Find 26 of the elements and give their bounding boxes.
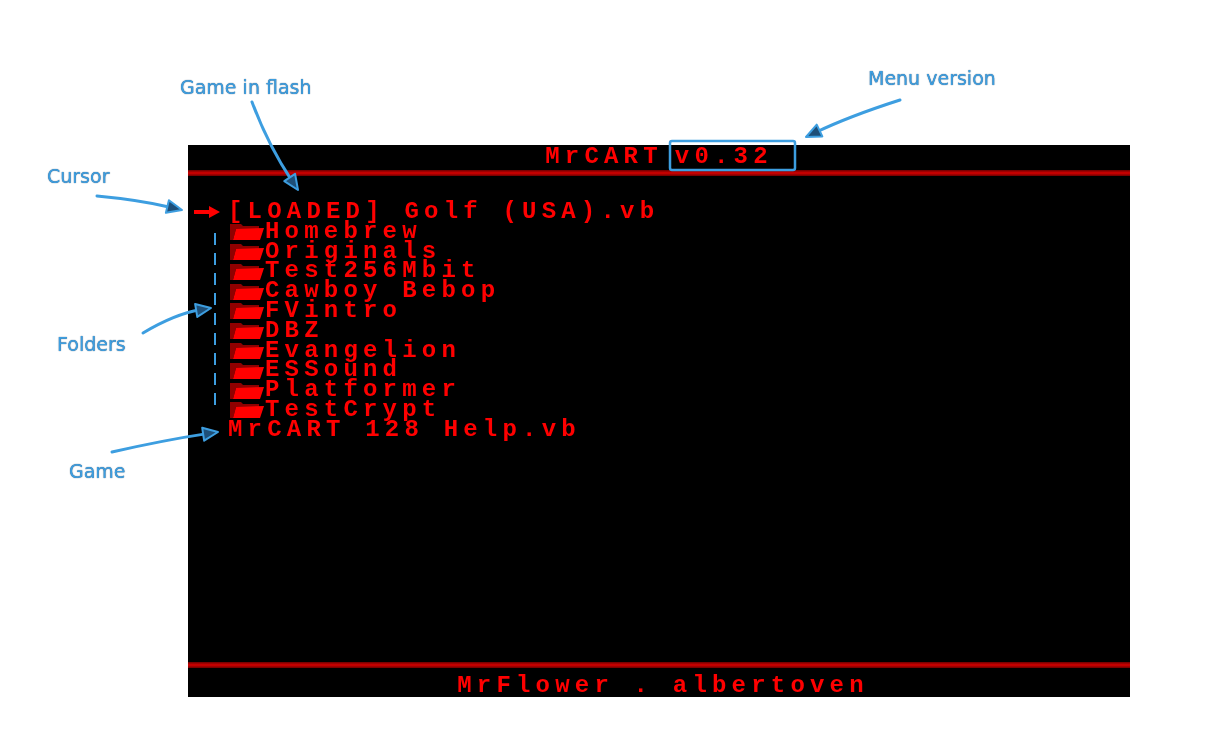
folder-item[interactable]: Platformer — [228, 380, 462, 400]
folder-item[interactable]: FVintro — [228, 301, 403, 321]
callout-arrow — [141, 303, 212, 335]
version-label: v0.32 — [674, 147, 773, 166]
annotation-label: Menu version — [868, 67, 996, 89]
folder-icon — [230, 262, 264, 280]
credits-text: MrFlower . albertoven — [457, 676, 869, 697]
folder-icon — [230, 322, 264, 340]
folder-item[interactable]: Cawboy Bebop — [228, 281, 501, 301]
folder-icon — [230, 223, 264, 241]
annotation-label: Folders — [57, 333, 126, 355]
folder-icon — [230, 381, 264, 399]
folder-item[interactable]: TestCrypt — [228, 399, 442, 420]
folder-icon — [230, 401, 264, 419]
folder-icon — [230, 282, 264, 300]
folder-icon — [230, 243, 264, 260]
folder-item[interactable]: DBZ — [228, 320, 324, 341]
file-item[interactable]: MrCART 128 Help.vb — [228, 419, 581, 440]
folder-icon — [230, 361, 264, 379]
folder-icon — [230, 341, 264, 359]
app-title: MrCART — [545, 147, 663, 166]
file-item[interactable]: [LOADED] Golf (USA).vb — [228, 202, 660, 222]
annotation-label: Cursor — [47, 165, 110, 187]
annotation-label: Game — [69, 460, 126, 482]
annotation-label: Game in flash — [180, 76, 312, 98]
folder-icon — [230, 302, 264, 320]
